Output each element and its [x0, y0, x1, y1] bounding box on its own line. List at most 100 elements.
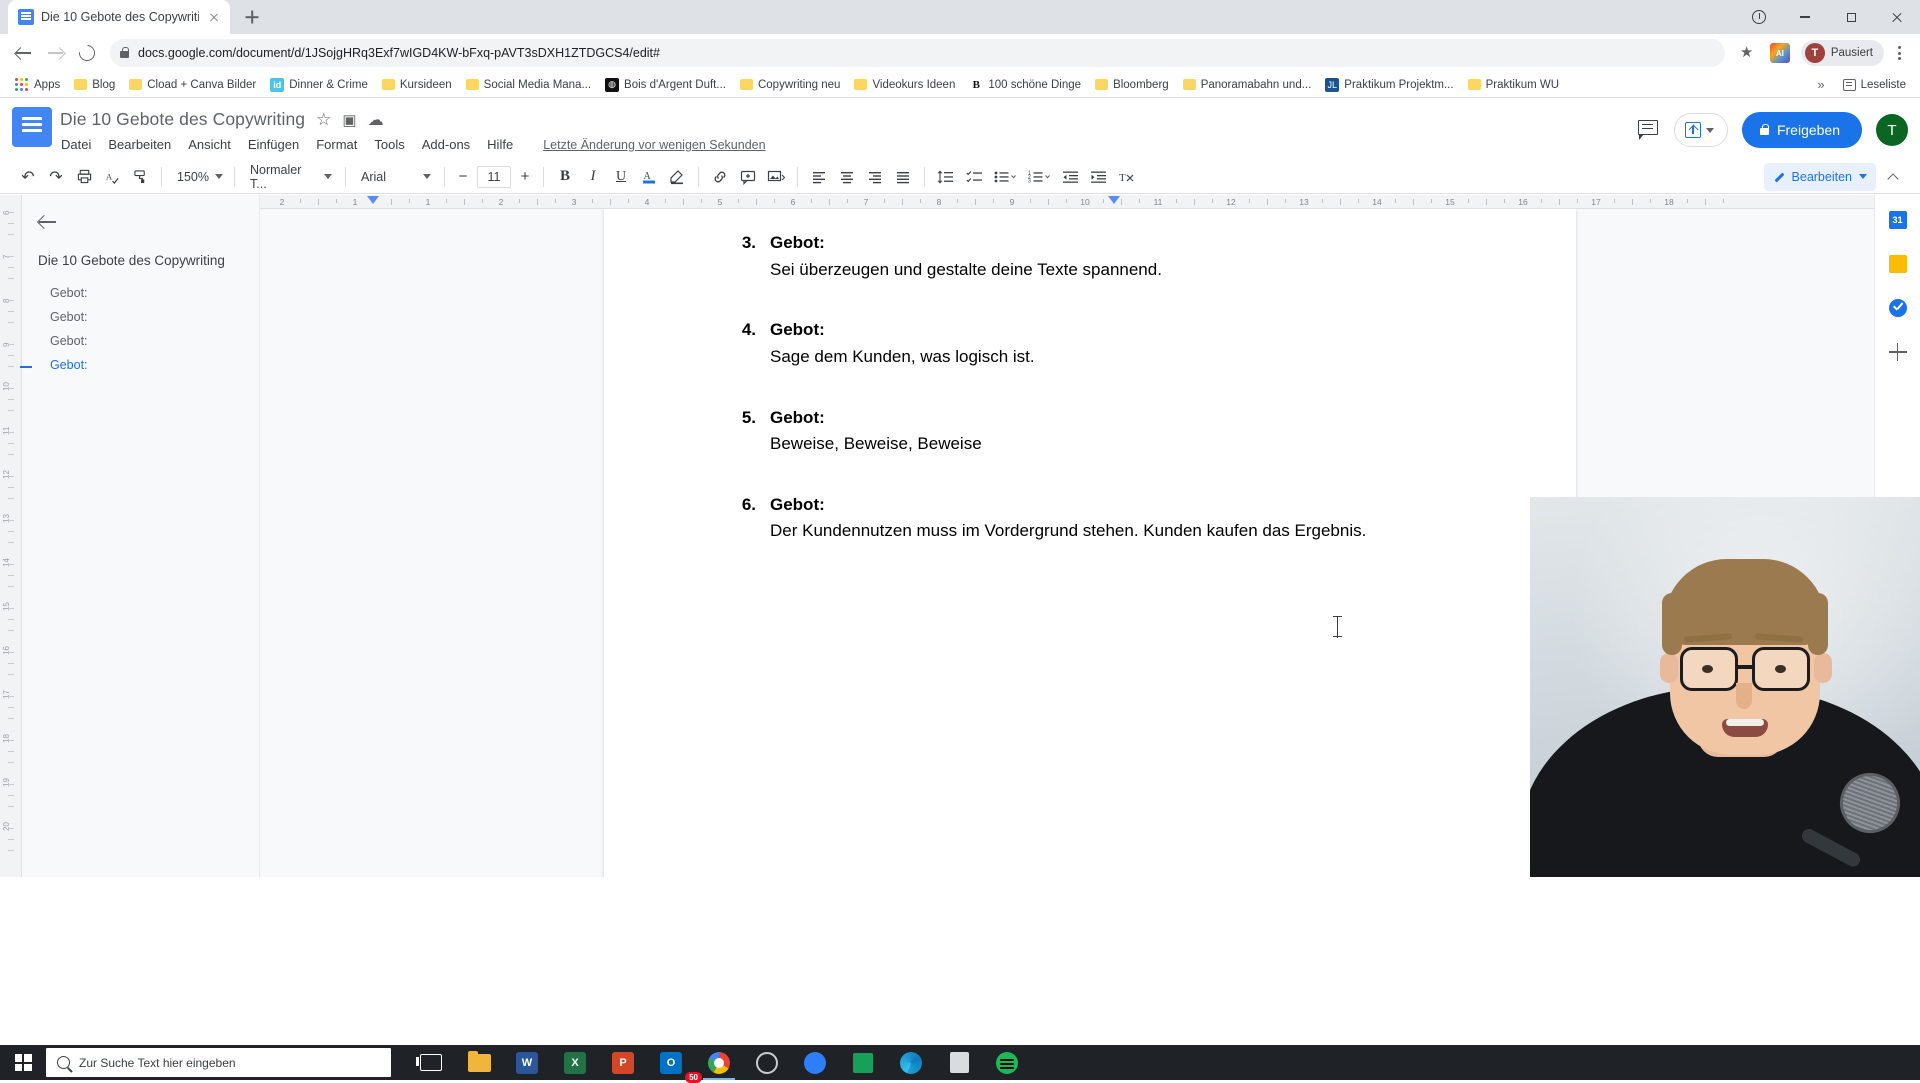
menu-hilfe[interactable]: Hilfe — [487, 137, 513, 152]
italic-button[interactable]: I — [579, 163, 607, 191]
chrome-menu-icon[interactable] — [1886, 40, 1912, 66]
document-button[interactable] — [935, 1045, 983, 1080]
redo-button[interactable]: ↷ — [42, 163, 70, 191]
google-keep-icon[interactable] — [1885, 251, 1911, 277]
menu-datei[interactable]: Datei — [61, 137, 91, 152]
cloud-status-icon[interactable]: ☁ — [368, 110, 384, 130]
checklist-icon[interactable] — [960, 163, 988, 191]
horizontal-ruler[interactable]: 21123456789101112131415161718 — [260, 195, 1920, 209]
line-spacing-icon[interactable] — [932, 163, 960, 191]
powerpoint-button[interactable]: P — [599, 1045, 647, 1080]
underline-button[interactable]: U — [607, 163, 635, 191]
align-justify-icon[interactable] — [889, 163, 917, 191]
reload-button[interactable] — [72, 38, 102, 68]
paint-format-icon[interactable] — [126, 163, 154, 191]
file-explorer-button[interactable] — [455, 1045, 503, 1080]
bookmark-kursideen[interactable]: Kursideen — [375, 76, 459, 94]
bookmark-blog[interactable]: Blog — [67, 76, 122, 94]
print-icon[interactable] — [70, 163, 98, 191]
maximize-button[interactable] — [1828, 0, 1874, 34]
insert-link-icon[interactable] — [706, 163, 734, 191]
increase-indent-icon[interactable] — [1084, 163, 1112, 191]
minimize-button[interactable] — [1782, 0, 1828, 34]
taskbar-search-input[interactable]: Zur Suche Text hier eingeben — [46, 1048, 391, 1077]
address-bar[interactable]: docs.google.com/document/d/1JSojgHRq3Exf… — [110, 39, 1725, 67]
task-view-button[interactable] — [407, 1045, 455, 1080]
add-addon-icon[interactable] — [1885, 339, 1911, 365]
outline-item[interactable]: Gebot: — [36, 329, 245, 353]
text-color-button[interactable]: A — [635, 163, 663, 191]
right-indent-marker[interactable] — [1108, 196, 1120, 204]
spellcheck-icon[interactable]: A — [98, 163, 126, 191]
undo-button[interactable]: ↶ — [14, 163, 42, 191]
bookmark-videokurs-ideen[interactable]: Videokurs Ideen — [847, 76, 962, 94]
align-left-icon[interactable] — [805, 163, 833, 191]
profile-button[interactable]: T Pausiert — [1801, 40, 1884, 66]
extension-circle-icon[interactable] — [1736, 0, 1782, 34]
start-button[interactable] — [0, 1045, 46, 1080]
bookmark-cload-canva[interactable]: Cload + Canva Bilder — [122, 76, 263, 94]
font-size-value[interactable]: 11 — [477, 166, 511, 188]
font-size-increase[interactable]: + — [514, 166, 536, 188]
outline-item[interactable]: Gebot: — [36, 305, 245, 329]
close-window-button[interactable] — [1874, 0, 1920, 34]
bookmark-star-icon[interactable]: ★ — [1733, 38, 1763, 68]
close-tab-icon[interactable] — [206, 9, 222, 25]
menu-einfuegen[interactable]: Einfügen — [248, 137, 299, 152]
present-button[interactable] — [1674, 113, 1728, 147]
google-docs-logo-icon[interactable] — [12, 107, 52, 147]
bold-button[interactable]: B — [551, 163, 579, 191]
left-indent-marker[interactable] — [367, 196, 379, 204]
menu-bearbeiten[interactable]: Bearbeiten — [108, 137, 171, 152]
new-tab-button[interactable] — [238, 3, 266, 31]
word-button[interactable]: W — [503, 1045, 551, 1080]
edge-button[interactable] — [887, 1045, 935, 1080]
obs-button[interactable] — [743, 1045, 791, 1080]
menu-ansicht[interactable]: Ansicht — [188, 137, 231, 152]
bookmark-bois-dargent[interactable]: ◍ Bois d'Argent Duft... — [598, 75, 733, 95]
decrease-indent-icon[interactable] — [1056, 163, 1084, 191]
menu-format[interactable]: Format — [316, 137, 357, 152]
reading-list-button[interactable]: Leseliste — [1837, 76, 1912, 94]
clear-formatting-icon[interactable]: T — [1112, 163, 1140, 191]
font-size-decrease[interactable]: − — [452, 166, 474, 188]
bookmark-social-media[interactable]: Social Media Mana... — [459, 76, 598, 94]
account-avatar[interactable]: T — [1876, 114, 1908, 146]
sheets-button[interactable] — [839, 1045, 887, 1080]
bookmark-dinner-crime[interactable]: id Dinner & Crime — [263, 75, 375, 95]
outline-item[interactable]: Gebot: — [36, 281, 245, 305]
forward-button[interactable] — [40, 38, 70, 68]
comment-history-icon[interactable] — [1638, 120, 1660, 140]
move-to-folder-icon[interactable]: ▣ — [342, 111, 356, 129]
menu-tools[interactable]: Tools — [374, 137, 404, 152]
google-tasks-icon[interactable] — [1885, 295, 1911, 321]
editing-mode-button[interactable]: Bearbeiten — [1764, 163, 1876, 191]
bookmark-100-schoene-dinge[interactable]: B 100 schöne Dinge — [962, 75, 1088, 95]
last-edit-status[interactable]: Letzte Änderung vor wenigen Sekunden — [543, 138, 765, 152]
bulleted-list-button[interactable] — [988, 163, 1022, 191]
outline-item-active[interactable]: Gebot: — [36, 353, 245, 377]
collapse-toolbar-icon[interactable] — [1884, 166, 1906, 188]
document-title[interactable]: Die 10 Gebote des Copywriting — [60, 109, 305, 130]
excel-button[interactable]: X — [551, 1045, 599, 1080]
close-outline-button[interactable] — [36, 209, 62, 235]
browser-tab[interactable]: Die 10 Gebote des Copywriting - — [8, 0, 230, 34]
align-right-icon[interactable] — [861, 163, 889, 191]
zoom-dropdown[interactable]: 150% — [169, 164, 227, 190]
bookmark-bloomberg[interactable]: Bloomberg — [1088, 76, 1176, 94]
bookmark-praktikum-projektm[interactable]: JL Praktikum Projektm... — [1318, 75, 1460, 95]
extension-badge-icon[interactable]: AI — [1765, 38, 1795, 68]
paragraph-style-dropdown[interactable]: Normaler T... — [242, 164, 338, 190]
back-button[interactable] — [8, 38, 38, 68]
bookmark-apps[interactable]: Apps — [8, 75, 67, 95]
share-button[interactable]: Freigeben — [1742, 112, 1862, 148]
spotify-button[interactable] — [983, 1045, 1031, 1080]
chrome-button[interactable] — [695, 1045, 743, 1080]
bookmarks-overflow-icon[interactable]: » — [1811, 74, 1830, 95]
bookmark-panoramabahn[interactable]: Panoramabahn und... — [1176, 76, 1319, 94]
app-circle-button[interactable] — [791, 1045, 839, 1080]
document-page[interactable]: 3. Gebot: Sei überzeugen und gestalte de… — [604, 209, 1576, 877]
numbered-list-button[interactable]: 123 — [1022, 163, 1056, 191]
highlight-color-button[interactable] — [663, 163, 691, 191]
google-calendar-icon[interactable]: 31 — [1885, 207, 1911, 233]
